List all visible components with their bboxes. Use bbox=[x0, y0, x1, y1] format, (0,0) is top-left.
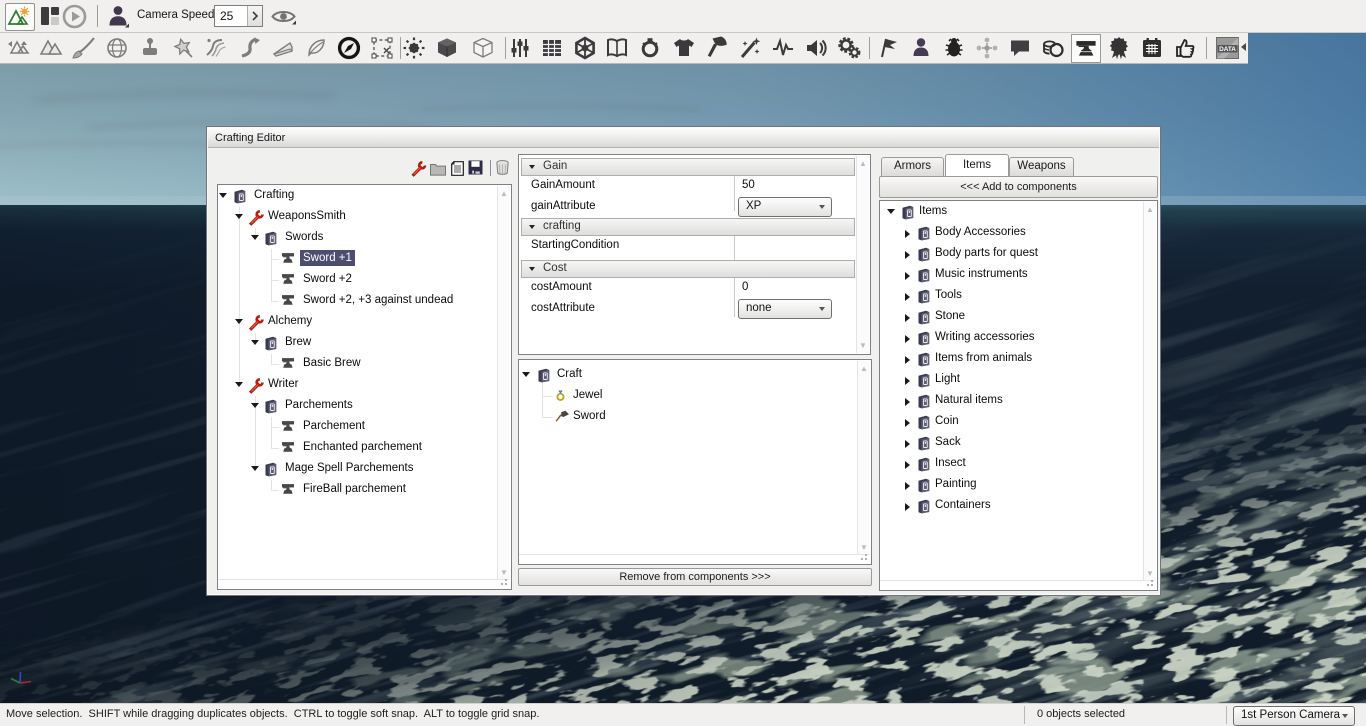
svg-text:DATA: DATA bbox=[1219, 46, 1236, 53]
